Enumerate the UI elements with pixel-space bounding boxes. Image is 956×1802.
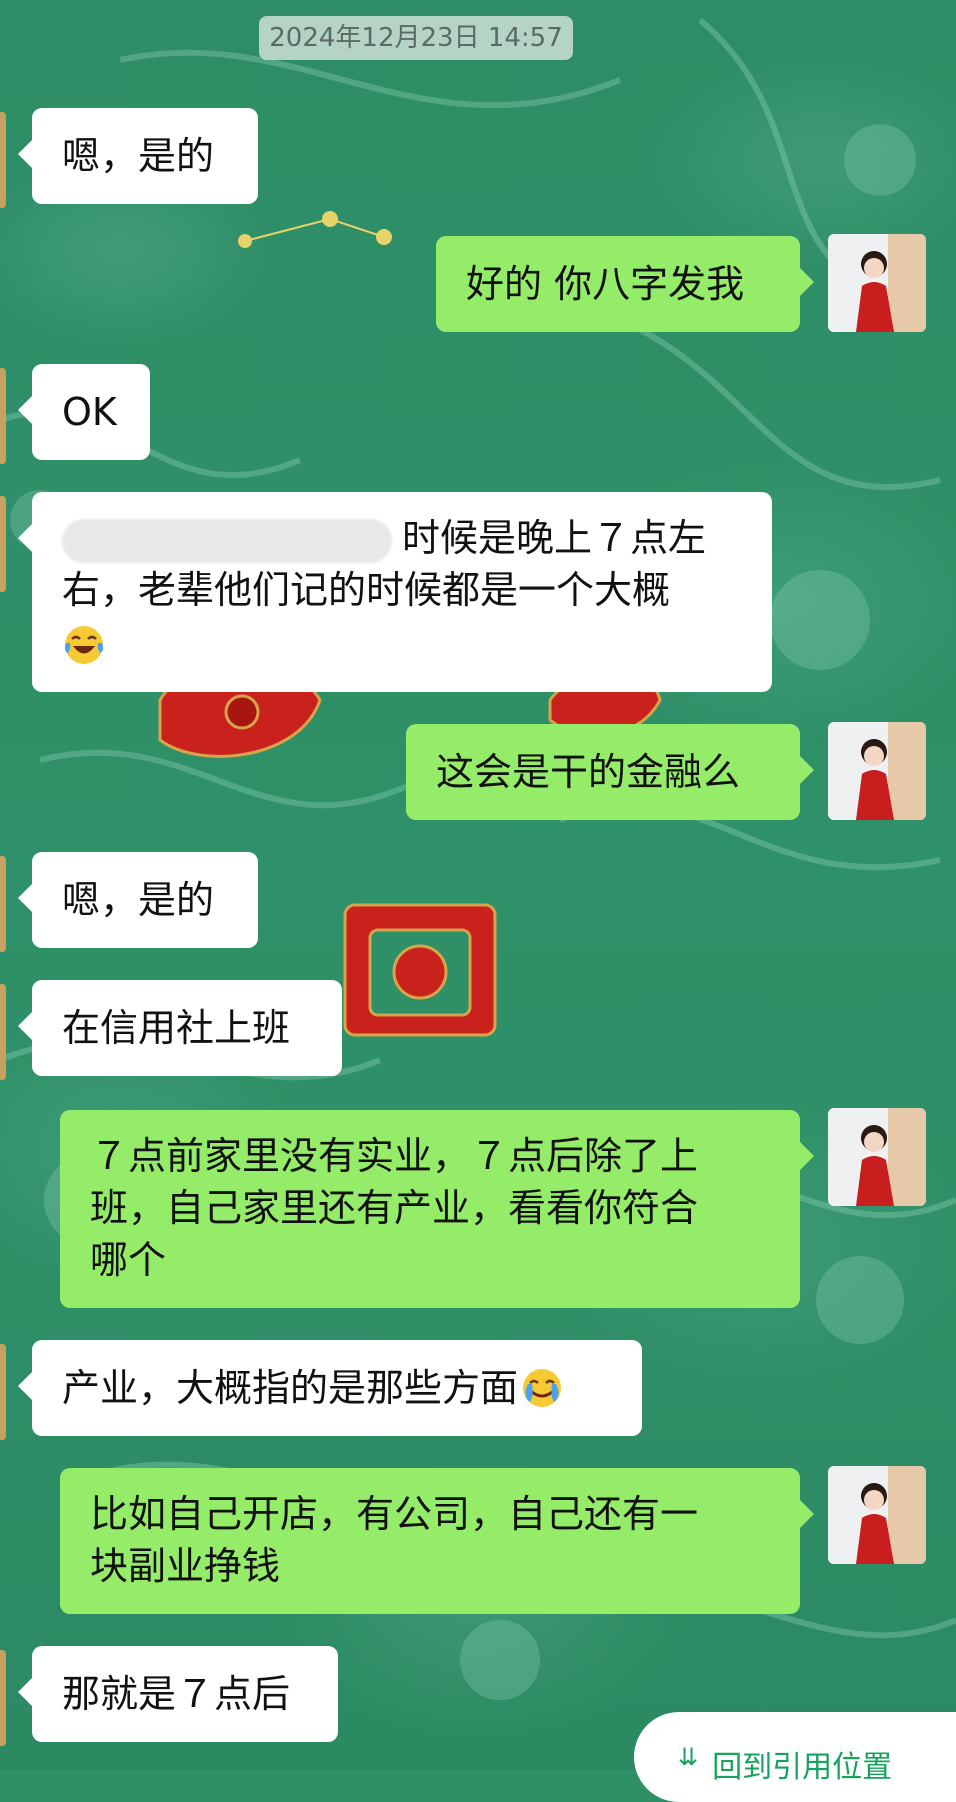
self-avatar[interactable] [828, 1466, 926, 1564]
message-bubble-sent[interactable]: 这会是干的金融么 [406, 724, 814, 820]
chat-timestamp: 2024年12月23日 14:57 [259, 16, 573, 60]
message-bubble-sent[interactable]: ７点前家里没有实业，７点后除了上 班，自己家里还有产业，看看你符合 哪个 [60, 1110, 814, 1308]
message-text: 嗯，是的 [62, 878, 215, 922]
contact-avatar[interactable] [0, 112, 6, 208]
message-text: 这会是干的金融么 [436, 750, 741, 794]
self-avatar[interactable] [828, 234, 926, 332]
message-bubble-received[interactable]: 在信用社上班 [18, 980, 342, 1076]
message-text: OK [62, 390, 117, 434]
message-text: 时候是晚上７点左 [402, 516, 707, 560]
contact-avatar[interactable] [0, 368, 6, 464]
message-text: 右，老辈他们记的时候都是一个大概 [62, 568, 671, 612]
message-text: 产业，大概指的是那些方面 [62, 1366, 519, 1410]
message-bubble-received[interactable]: 嗯，是的 [18, 852, 258, 948]
avatar-image [828, 1108, 926, 1206]
message-text: 嗯，是的 [62, 134, 215, 178]
avatar-image [828, 1466, 926, 1564]
message-text: 在信用社上班 [62, 1006, 291, 1050]
contact-avatar[interactable] [0, 1344, 6, 1440]
contact-avatar[interactable] [0, 1650, 6, 1746]
contact-avatar[interactable] [0, 856, 6, 952]
message-text: ７点前家里没有实业，７点后除了上 [90, 1134, 699, 1178]
redacted-text [62, 518, 392, 563]
message-text: 那就是７点后 [62, 1672, 291, 1716]
contact-avatar[interactable] [0, 984, 6, 1080]
back-to-quote-label: 回到引用位置 [712, 1750, 893, 1785]
message-bubble-sent[interactable]: 比如自己开店，有公司，自己还有一 块副业挣钱 [60, 1468, 814, 1614]
avatar-image [828, 234, 926, 332]
message-bubble-received[interactable]: OK [18, 364, 150, 460]
double-chevron-down-icon: ⇊ [678, 1743, 699, 1771]
laughing-tears-emoji-icon [64, 625, 104, 664]
back-to-quote-button[interactable]: ⇊ 回到引用位置 [634, 1712, 956, 1802]
self-avatar[interactable] [828, 722, 926, 820]
message-bubble-sent[interactable]: 好的 你八字发我 [436, 236, 814, 332]
message-text: 好的 你八字发我 [466, 262, 745, 306]
message-bubble-received[interactable]: 时候是晚上７点左 右，老辈他们记的时候都是一个大概 [18, 492, 772, 692]
message-bubble-received[interactable]: 产业，大概指的是那些方面 [18, 1340, 642, 1436]
message-bubble-received[interactable]: 嗯，是的 [18, 108, 258, 204]
message-text: 比如自己开店，有公司，自己还有一 [90, 1492, 699, 1536]
avatar-image [828, 722, 926, 820]
message-text: 哪个 [90, 1238, 167, 1282]
face-with-tears-emoji-icon [523, 1369, 562, 1407]
contact-avatar[interactable] [0, 496, 6, 592]
message-bubble-received[interactable]: 那就是７点后 [18, 1646, 338, 1742]
self-avatar[interactable] [828, 1108, 926, 1206]
message-text: 块副业挣钱 [90, 1544, 281, 1588]
message-text: 班，自己家里还有产业，看看你符合 [90, 1186, 699, 1230]
